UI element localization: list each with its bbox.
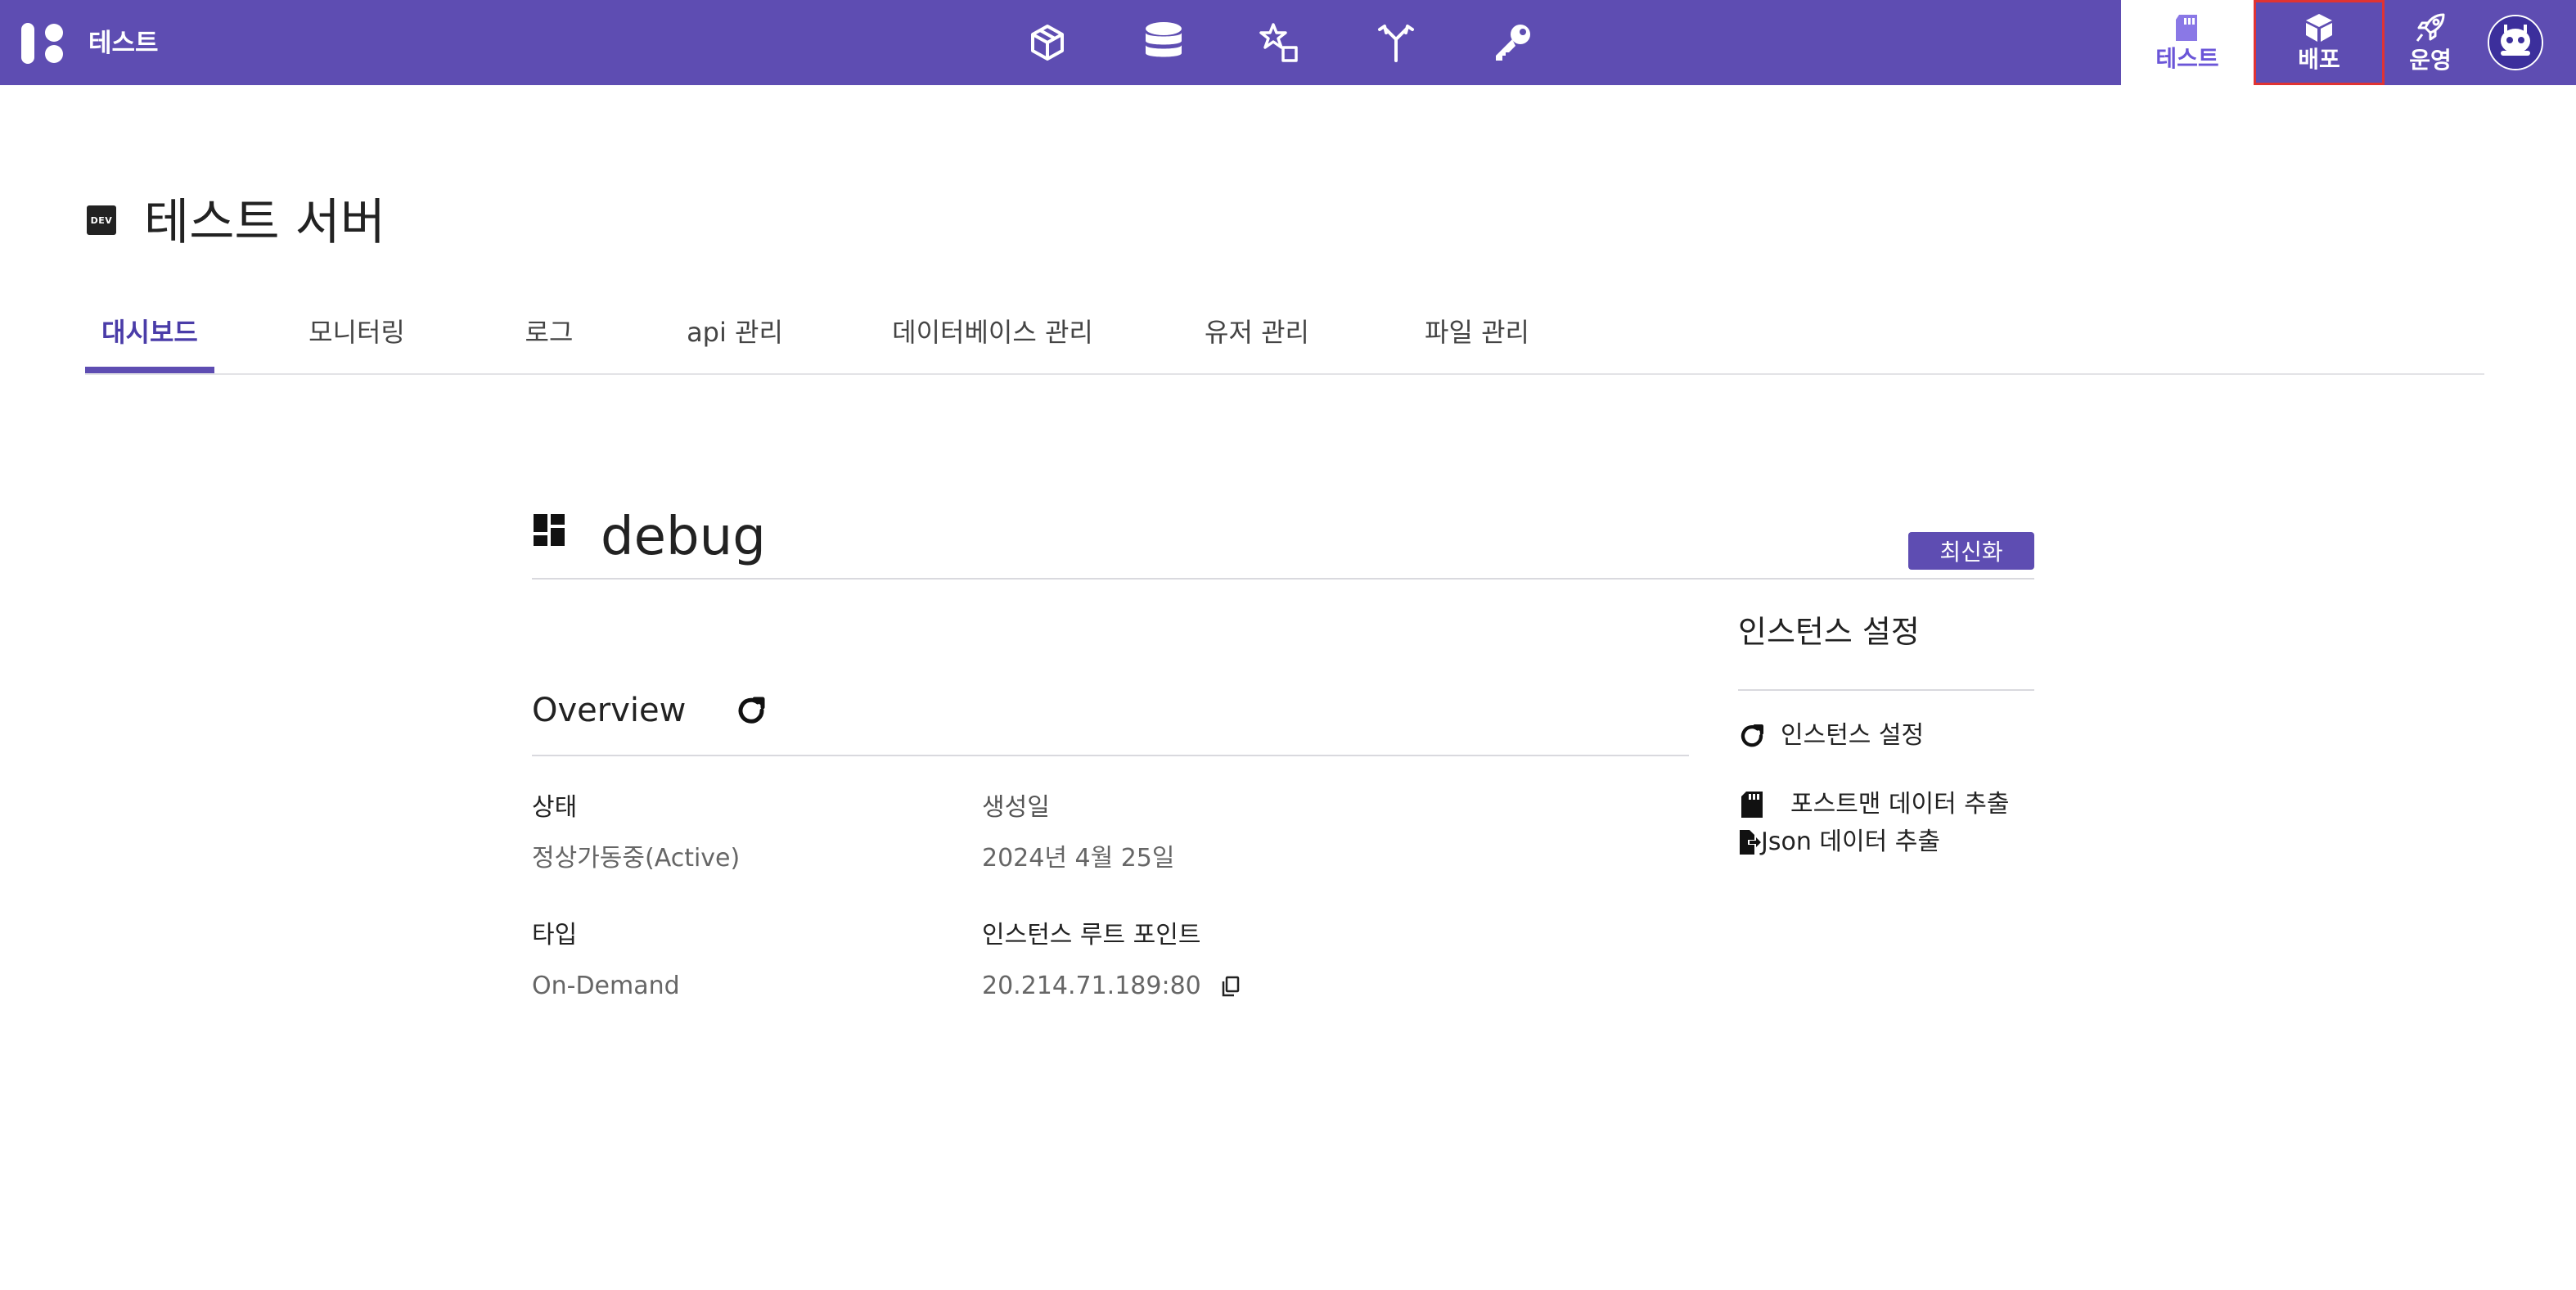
tab-logs[interactable]: 로그 xyxy=(512,313,586,372)
type-field: 타입 On-Demand xyxy=(532,918,941,1004)
type-value: On-Demand xyxy=(532,972,680,1000)
file-export-icon xyxy=(1738,828,1761,856)
tab-api-management[interactable]: api 관리 xyxy=(681,313,789,372)
endpoint-value-row: 20.214.71.189:80 xyxy=(982,969,1473,1004)
overview-header: Overview xyxy=(532,676,1689,756)
created-label: 생성일 xyxy=(982,793,1050,822)
export-postman-link[interactable]: 포스트맨 데이터 추출 xyxy=(1738,787,2009,822)
status-value: 정상가동중(Active) xyxy=(532,844,741,873)
top-navigation-bar: 테스트 테스트 배포 운영 xyxy=(0,0,2576,85)
dashboard-header: debug 최신화 xyxy=(532,499,2034,580)
nav-operate-button[interactable]: 운영 xyxy=(2385,0,2476,85)
overview-refresh-icon[interactable] xyxy=(735,694,768,727)
instance-settings-link-label: 인스턴스 설정 xyxy=(1781,721,1925,750)
tab-file-management[interactable]: 파일 관리 xyxy=(1416,313,1538,372)
created-field: 생성일 2024년 4월 25일 xyxy=(982,791,1391,876)
endpoint-field: 인스턴스 루트 포인트 20.214.71.189:80 xyxy=(982,918,1473,1004)
copy-icon[interactable] xyxy=(1219,975,1242,998)
endpoint-value[interactable]: 20.214.71.189:80 xyxy=(982,969,1201,1004)
status-label: 상태 xyxy=(532,793,578,822)
nav-deploy-label: 배포 xyxy=(2298,46,2340,73)
export-json-label: Json 데이터 추출 xyxy=(1761,828,1940,856)
tab-user-management[interactable]: 유저 관리 xyxy=(1200,313,1314,372)
refresh-icon xyxy=(1738,722,1766,750)
tab-dashboard[interactable]: 대시보드 xyxy=(85,313,214,373)
user-avatar[interactable] xyxy=(2488,15,2543,70)
tab-monitoring[interactable]: 모니터링 xyxy=(299,313,414,372)
rocket-icon xyxy=(2416,13,2445,42)
sd-card-icon xyxy=(2176,15,2197,41)
box-icon xyxy=(2306,14,2332,42)
status-field: 상태 정상가동중(Active) xyxy=(532,791,941,876)
app-logo-icon[interactable] xyxy=(21,21,65,65)
dashboard-icon xyxy=(534,514,566,547)
refresh-button[interactable]: 최신화 xyxy=(1908,532,2034,570)
dev-badge-icon: DEV xyxy=(87,205,116,235)
tab-bar: 대시보드 모니터링 로그 api 관리 데이터베이스 관리 유저 관리 파일 관… xyxy=(85,303,2484,375)
nav-deploy-button[interactable]: 배포 xyxy=(2254,0,2385,85)
nav-test-button[interactable]: 테스트 xyxy=(2121,0,2254,85)
nav-operate-label: 운영 xyxy=(2409,47,2452,74)
instance-settings-link[interactable]: 인스턴스 설정 xyxy=(1738,719,1924,753)
app-title[interactable]: 테스트 xyxy=(88,25,159,62)
merge-arrows-icon[interactable] xyxy=(1371,18,1421,67)
shapes-icon[interactable] xyxy=(1255,18,1304,67)
instance-settings-title: 인스턴스 설정 xyxy=(1738,607,2034,691)
key-icon[interactable] xyxy=(1488,18,1537,67)
database-icon[interactable] xyxy=(1139,18,1188,67)
export-postman-label: 포스트맨 데이터 추출 xyxy=(1790,790,2010,819)
type-label: 타입 xyxy=(532,921,578,949)
endpoint-label: 인스턴스 루트 포인트 xyxy=(982,921,1201,949)
created-value: 2024년 4월 25일 xyxy=(982,844,1175,873)
export-json-link[interactable]: Json 데이터 추출 xyxy=(1738,825,1940,859)
nav-test-label: 테스트 xyxy=(2155,45,2219,72)
overview-title: Overview xyxy=(532,692,687,729)
cube-outline-icon[interactable] xyxy=(1023,18,1072,67)
sd-card-icon xyxy=(1738,791,1766,819)
tab-database-management[interactable]: 데이터베이스 관리 xyxy=(889,313,1097,372)
page-title: 테스트 서버 xyxy=(144,194,386,251)
instance-name: debug xyxy=(601,507,766,567)
